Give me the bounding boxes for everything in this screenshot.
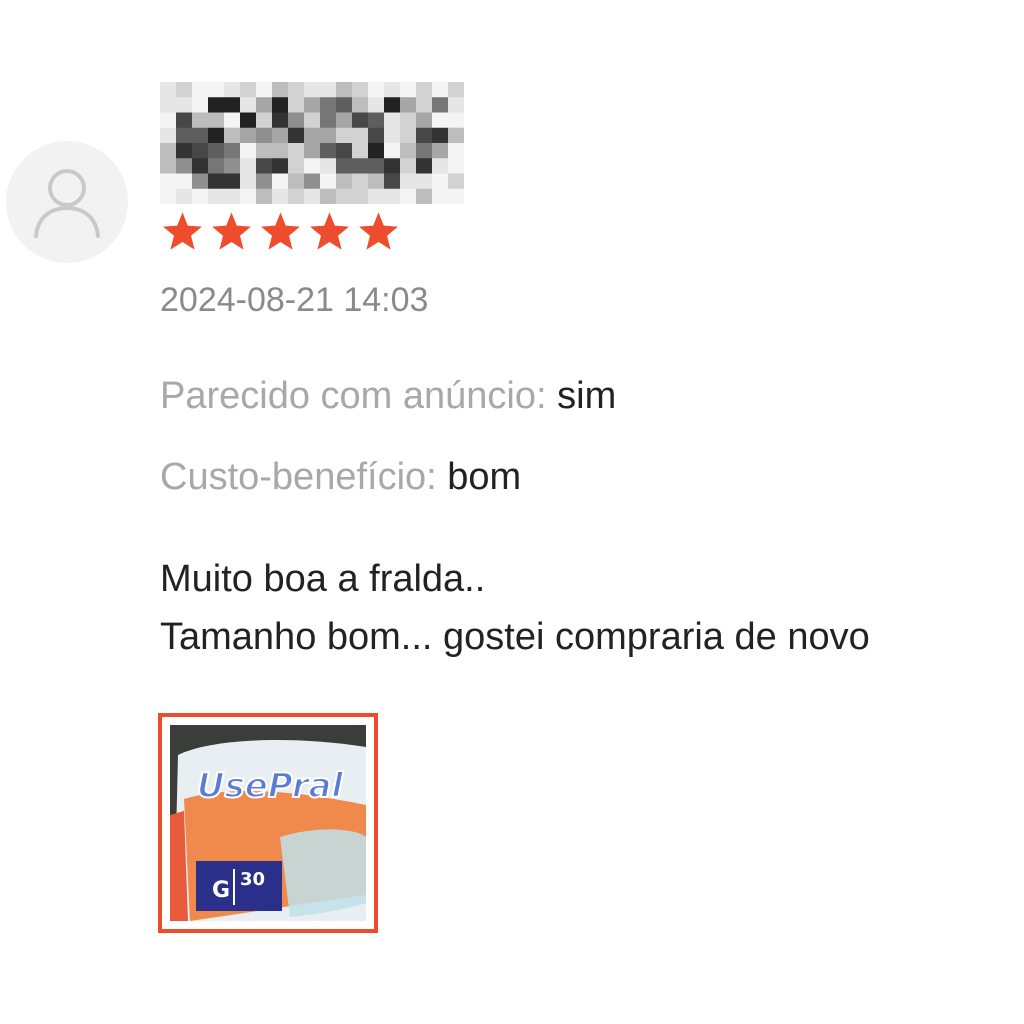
attribute-label: Parecido com anúncio: <box>160 375 547 417</box>
star-icon <box>261 212 300 250</box>
diaper-package-photo: UsePral G 30 <box>170 725 366 921</box>
review-comment: Muito boa a fralda.. Tamanho bom... gost… <box>160 550 870 666</box>
username-pixelated <box>160 82 464 204</box>
review-date: 2024-08-21 14:03 <box>160 281 429 319</box>
package-brand-text: UsePral <box>197 766 344 806</box>
package-count: 30 <box>240 869 265 890</box>
product-review: 2024-08-21 14:03 Parecido com anúncio: s… <box>0 0 1024 1024</box>
attribute-value: bom <box>447 456 522 498</box>
username-pixel-mosaic <box>160 82 464 204</box>
attribute-value: sim <box>557 375 617 417</box>
attribute-row-similar: Parecido com anúncio: sim <box>160 372 616 420</box>
package-size-letter: G <box>212 878 230 903</box>
comment-line: Muito boa a fralda.. <box>160 558 486 600</box>
user-avatar-icon <box>34 169 100 238</box>
review-photo: UsePral G 30 <box>170 725 366 921</box>
attribute-label: Custo-benefício: <box>160 456 437 498</box>
star-icon <box>163 212 202 250</box>
star-icon <box>310 212 349 250</box>
attribute-row-value: Custo-benefício: bom <box>160 453 521 501</box>
user-avatar <box>6 141 128 263</box>
review-photo-thumbnail[interactable]: UsePral G 30 <box>158 713 378 933</box>
star-icon <box>212 212 251 250</box>
rating-stars <box>160 208 401 256</box>
star-icon <box>359 212 398 250</box>
comment-line: Tamanho bom... gostei compraria de novo <box>160 616 870 658</box>
